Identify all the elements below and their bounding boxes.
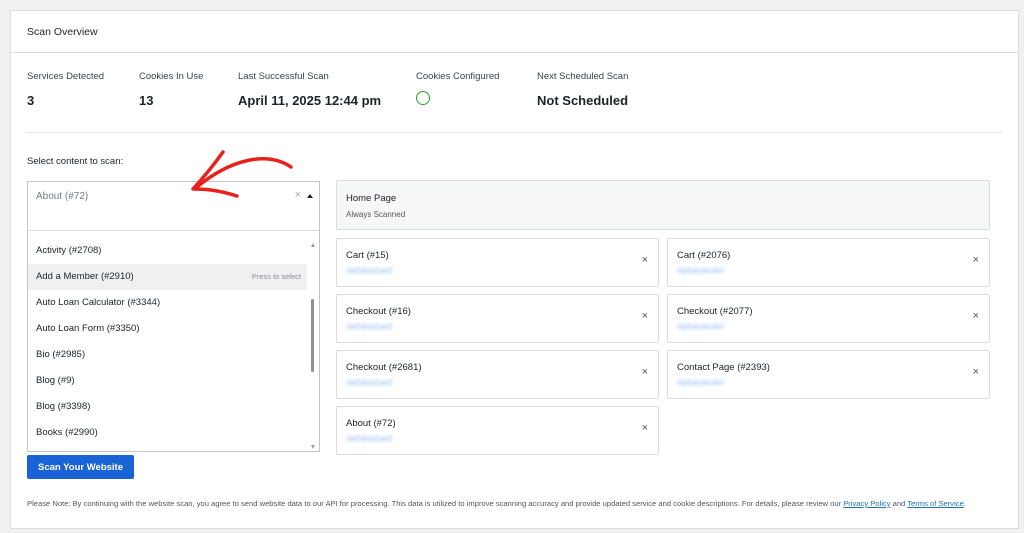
remove-page-icon[interactable]: ×	[973, 366, 979, 378]
remove-page-icon[interactable]: ×	[642, 422, 648, 434]
remove-page-icon[interactable]: ×	[642, 254, 648, 266]
option-label: Blog (#3398)	[36, 401, 91, 412]
stat-label: Services Detected	[27, 71, 105, 82]
scan-overview-panel: Scan Overview Services Detected 3 Cookie…	[10, 10, 1019, 529]
note-text: Please Note: By continuing with the webs…	[27, 499, 844, 508]
page-card-title: Checkout (#16)	[346, 306, 411, 317]
dropdown-options: Activity (#2708) Add a Member (#2910) Pre…	[28, 238, 307, 446]
option-label: Activity (#2708)	[36, 245, 102, 256]
dropdown-option[interactable]: Activity (#2708)	[28, 238, 307, 264]
scroll-up-icon[interactable]	[311, 243, 315, 247]
scroll-down-icon[interactable]	[311, 445, 315, 449]
privacy-note: Please Note: By continuing with the webs…	[27, 497, 1007, 510]
stat-label: Last Successful Scan	[238, 71, 329, 82]
option-label: Add a Member (#2910)	[36, 271, 134, 282]
stat-last-successful-scan: Last Successful Scan April 11, 2025 12:4…	[238, 71, 381, 108]
red-arrow-icon	[191, 150, 293, 198]
select-dropdown: Activity (#2708) Add a Member (#2910) Pre…	[27, 211, 320, 452]
page-card-title: Cart (#15)	[346, 250, 389, 261]
stat-label: Cookies Configured	[416, 71, 500, 82]
dropdown-search-input[interactable]	[28, 211, 319, 231]
page-card-title: Cart (#2076)	[677, 250, 731, 261]
page-card: Checkout (#16) /adriana/cart/ ×	[336, 294, 659, 343]
select-current-value: About (#72)	[36, 191, 89, 202]
page-card-subtitle: Always Scanned	[346, 210, 406, 219]
panel-title: Scan Overview	[11, 11, 1018, 53]
remove-page-icon[interactable]: ×	[642, 366, 648, 378]
press-to-select-hint: Press to select	[251, 272, 301, 281]
stats-row: Services Detected 3 Cookies In Use 13 La…	[27, 71, 1018, 111]
caret-up-icon[interactable]	[307, 194, 313, 198]
option-label: Auto Loan Form (#3350)	[36, 323, 140, 334]
check-circle-icon	[416, 91, 430, 105]
page-card-url: /adriana/cart/	[346, 378, 393, 387]
dropdown-option-highlighted[interactable]: Add a Member (#2910) Press to select	[28, 264, 307, 290]
page-card-url: /adriana/cart/	[677, 322, 724, 331]
page-card: Contact Page (#2393) /adriana/cart/ ×	[667, 350, 990, 399]
dropdown-option[interactable]: Books (#2990)	[28, 420, 307, 446]
option-label: Books (#2990)	[36, 427, 98, 438]
page-card: Cart (#2076) /adriana/cart/ ×	[667, 238, 990, 287]
stat-services-detected: Services Detected 3	[27, 71, 104, 108]
note-end: .	[963, 499, 966, 508]
home-page-card: Home Page Always Scanned	[336, 180, 990, 230]
scan-website-button[interactable]: Scan Your Website	[27, 455, 134, 479]
terms-of-service-link[interactable]: Terms of Service	[907, 499, 964, 508]
dropdown-option[interactable]: Auto Loan Calculator (#3344)	[28, 290, 307, 316]
page-card-url: /adriana/cart/	[677, 378, 724, 387]
page-card-url: /adriana/cart/	[677, 266, 724, 275]
page-card-title: About (#72)	[346, 418, 396, 429]
note-and: and	[890, 499, 908, 508]
page-card: Checkout (#2077) /adriana/cart/ ×	[667, 294, 990, 343]
scrollbar-thumb[interactable]	[311, 299, 314, 372]
dropdown-option[interactable]: Bio (#2985)	[28, 342, 307, 368]
stat-cookies-configured: Cookies Configured	[416, 71, 499, 105]
page-card-url: /adriana/cart/	[346, 322, 393, 331]
select-content-label: Select content to scan:	[27, 156, 124, 167]
page-card-url: /adriana/cart/	[346, 266, 393, 275]
page-card: Cart (#15) /adriana/cart/ ×	[336, 238, 659, 287]
stat-value: 3	[27, 93, 35, 108]
page-card-title: Checkout (#2077)	[677, 306, 753, 317]
remove-page-icon[interactable]: ×	[973, 254, 979, 266]
dropdown-scrollbar[interactable]	[309, 238, 319, 451]
page-card-url: /adriana/cart/	[346, 434, 393, 443]
dropdown-option[interactable]: Blog (#3398)	[28, 394, 307, 420]
dropdown-option[interactable]: Auto Loan Form (#3350)	[28, 316, 307, 342]
option-label: Auto Loan Calculator (#3344)	[36, 297, 161, 308]
divider	[27, 132, 1003, 133]
page-card-title: Home Page	[346, 193, 397, 204]
option-label: Blog (#9)	[36, 375, 75, 386]
option-label: Bio (#2985)	[36, 349, 86, 360]
page-card: Checkout (#2681) /adriana/cart/ ×	[336, 350, 659, 399]
remove-page-icon[interactable]: ×	[973, 310, 979, 322]
page-card-title: Checkout (#2681)	[346, 362, 422, 373]
remove-page-icon[interactable]: ×	[642, 310, 648, 322]
stat-label: Next Scheduled Scan	[537, 71, 629, 82]
privacy-policy-link[interactable]: Privacy Policy	[843, 499, 890, 508]
page-card: About (#72) /adriana/cart/ ×	[336, 406, 659, 455]
clear-selection-icon[interactable]: ×	[295, 189, 301, 201]
stat-next-scheduled-scan: Next Scheduled Scan Not Scheduled	[537, 71, 628, 108]
page-card-title: Contact Page (#2393)	[677, 362, 770, 373]
stat-value: 13	[139, 93, 154, 108]
stat-value: Not Scheduled	[537, 93, 629, 108]
stat-value: April 11, 2025 12:44 pm	[238, 93, 382, 108]
stat-cookies-in-use: Cookies In Use 13	[139, 71, 203, 108]
dropdown-option[interactable]: Blog (#9)	[28, 368, 307, 394]
stat-label: Cookies In Use	[139, 71, 204, 82]
